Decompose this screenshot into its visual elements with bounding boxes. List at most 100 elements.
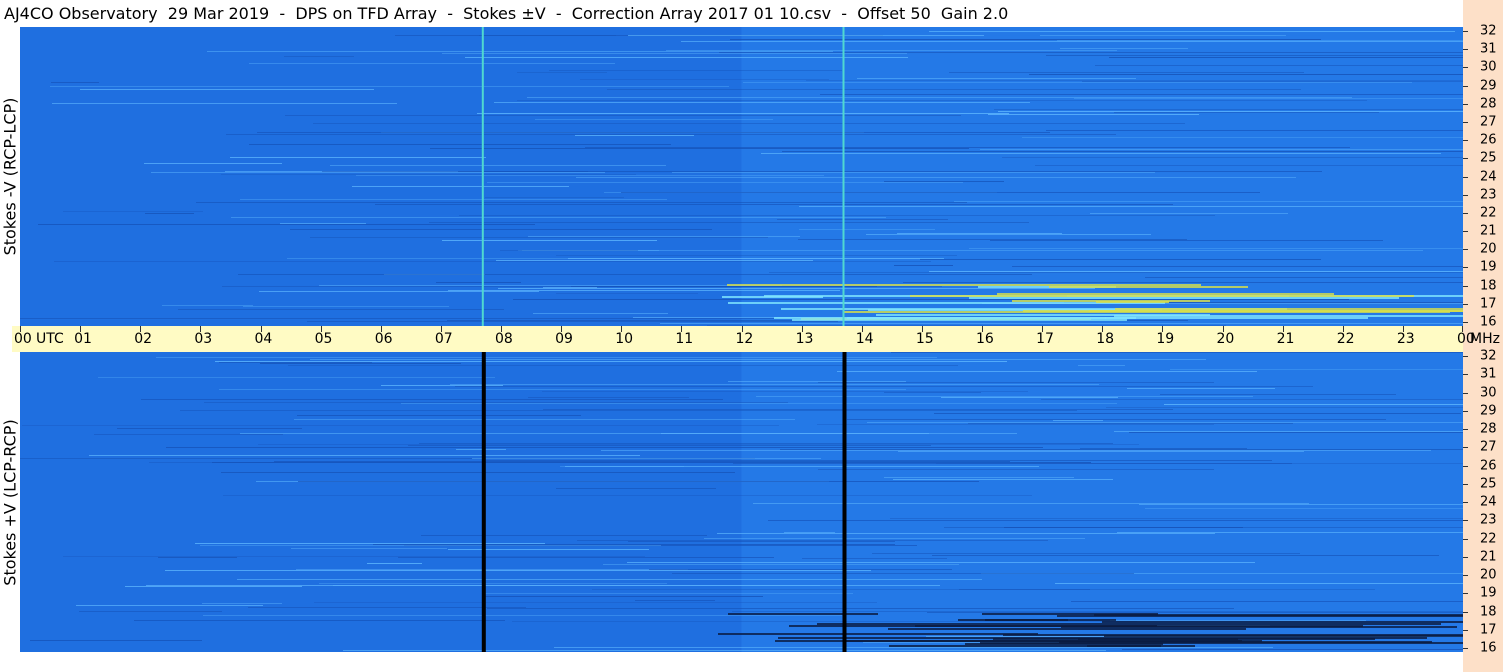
spectrogram-band [968, 423, 1293, 424]
spectrogram-band [959, 589, 1090, 590]
spectrogram-band [601, 450, 1431, 451]
spectrogram-band [802, 558, 947, 559]
interference-band [728, 613, 878, 615]
spectrogram-band [528, 397, 689, 398]
frequency-tick-label: 26 [1480, 132, 1497, 148]
spectrogram-band [681, 41, 1463, 42]
spectrogram-band [1114, 431, 1463, 432]
frequency-tick-label: 17 [1480, 296, 1497, 312]
spectrogram-band [660, 323, 1463, 324]
frequency-tick-label: 17 [1480, 622, 1497, 638]
spectrogram-band [777, 219, 948, 220]
spectrogram-band [343, 650, 1106, 651]
time-tick-label: 23 [1396, 331, 1415, 347]
spectrogram-band [1012, 266, 1463, 267]
spectrogram-band [542, 391, 1028, 392]
interference-band [889, 645, 1161, 647]
spectrogram-band [134, 620, 505, 621]
spectrogram-band [1122, 649, 1463, 650]
interference-band [969, 297, 1399, 299]
frequency-tick [1463, 502, 1468, 503]
spectrogram-band [1041, 399, 1463, 400]
spectrogram-band [1074, 98, 1463, 99]
spectrogram-band [156, 357, 937, 358]
spectrogram-band [949, 72, 1304, 73]
spectrogram-band [1035, 165, 1463, 166]
spectrogram-band [719, 52, 1463, 53]
spectrogram-band [603, 564, 959, 565]
frequency-tick [1463, 267, 1468, 269]
spectrogram-band [221, 472, 735, 473]
spectrogram-band [1046, 130, 1463, 131]
frequency-tick [1463, 593, 1468, 595]
spectrogram-band [165, 570, 871, 571]
spectrogram-band [549, 70, 842, 71]
spectrogram-band [818, 469, 1214, 470]
frequency-tick [1463, 374, 1468, 376]
spectrogram-band [485, 197, 624, 198]
spectrogram-band [512, 621, 1137, 622]
spectrogram-band [284, 56, 354, 57]
spectrogram-band [1060, 48, 1188, 49]
frequency-tick [1463, 285, 1468, 287]
spectrogram-band [627, 562, 1255, 563]
spectrogram-band [314, 602, 877, 603]
spectrogram-band [1164, 404, 1463, 405]
spectrogram-band [144, 163, 282, 164]
spectrogram-band [761, 153, 1441, 154]
spectrogram-band [202, 603, 282, 604]
spectrogram-band [1129, 432, 1463, 433]
spectrogram-band [448, 549, 649, 550]
spectrogram-band [330, 165, 666, 166]
interference-band [985, 619, 1068, 621]
time-tick-label: 09 [555, 331, 573, 347]
frequency-tick-label: 16 [1480, 640, 1497, 656]
top-panel-ylabel: Stokes -V (RCP-LCP) [0, 27, 20, 326]
frequency-tick-label: 30 [1480, 385, 1497, 400]
spectrogram-band [237, 579, 982, 580]
spectrogram-band [990, 240, 1383, 241]
interference-band [1105, 317, 1368, 319]
time-tick-label: 07 [434, 331, 453, 347]
spectrogram-band [310, 237, 768, 238]
frequency-tick [1463, 410, 1468, 412]
frequency-tick [1463, 85, 1468, 87]
frequency-tick-label: 32 [1480, 23, 1497, 39]
frequency-tick-label: 21 [1480, 549, 1497, 565]
time-tick-label: 14 [855, 331, 874, 347]
frequency-tick-label: 22 [1480, 205, 1497, 221]
spectrogram-band [63, 211, 203, 212]
spectrogram-band [528, 236, 800, 237]
interference-band [722, 296, 823, 298]
frequency-tick [1463, 483, 1468, 485]
spectrogram-band [1046, 55, 1463, 56]
spectrogram-band [151, 172, 605, 173]
frequency-tick [1463, 49, 1468, 51]
spectrogram-band [927, 612, 1463, 613]
spectrogram-band [297, 415, 581, 416]
chart-title: AJ4CO Observatory 29 Mar 2019 - DPS on T… [0, 0, 1463, 27]
spectrogram-band [934, 413, 1461, 414]
frequency-tick-label: 19 [1480, 259, 1497, 275]
time-tick-label: 04 [254, 331, 273, 347]
spectrogram-band [1114, 112, 1379, 113]
spectrogram-band [500, 250, 638, 251]
spectrogram-band [782, 151, 1463, 152]
time-tick-label: 03 [194, 331, 213, 347]
frequency-tick [1463, 31, 1468, 32]
spectrogram-band [166, 447, 1043, 448]
spectrogram-band [240, 199, 667, 200]
spectrogram-band [556, 293, 698, 294]
spectrogram-band [571, 286, 877, 287]
spectrogram-band [891, 352, 1463, 353]
spectrogram-band [857, 78, 1136, 79]
spectrogram-band [294, 419, 795, 420]
frequency-tick [1463, 556, 1468, 558]
bottom-panel-ylabel-text: Stokes +V (LCP-RCP) [0, 418, 20, 586]
spectrogram-band [429, 222, 1029, 223]
time-tick-label: 20 [1216, 331, 1235, 347]
spectrogram-band [200, 545, 661, 546]
spectrogram-band [890, 518, 1463, 519]
spectrogram-band [226, 134, 1116, 135]
frequency-tick [1463, 67, 1468, 69]
